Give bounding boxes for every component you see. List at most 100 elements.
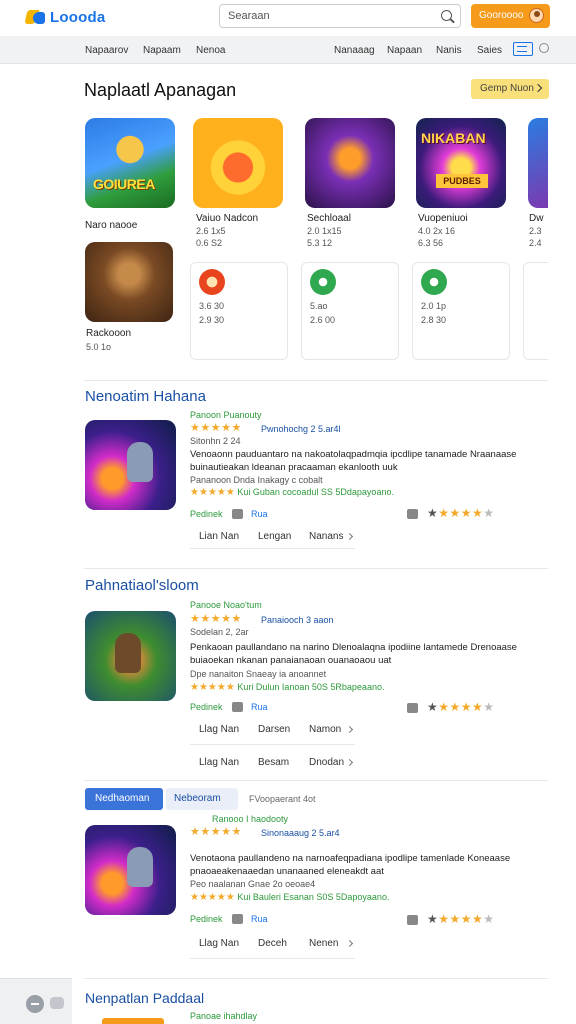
review-meta: Sinonaaaug 2 5.ar4 — [261, 828, 340, 838]
review-link[interactable]: Besam — [258, 757, 289, 768]
review-highlight: ★★★★★ Kui Guban cocoadul SS 5Ddapayoano. — [190, 487, 394, 498]
app-card[interactable]: 2.0 1p 2.8 30 — [412, 262, 510, 360]
chevron-right-icon — [345, 939, 354, 948]
review-link[interactable]: Nanans — [309, 531, 343, 542]
game-tile[interactable] — [85, 242, 173, 322]
review-highlight: ★★★★★ Kui Bauleri Esanan S0S 5Dapoyaano. — [190, 892, 390, 903]
app-card[interactable]: 3.6 30 2.9 30 — [190, 262, 288, 360]
card-meta: 2.8 30 — [421, 315, 447, 325]
settings-icon[interactable] — [539, 43, 549, 53]
nav-item-7[interactable]: Saies — [477, 45, 502, 56]
divider — [84, 978, 548, 979]
section-title[interactable]: Nenpatlan Paddaal — [85, 990, 204, 1006]
game-name[interactable]: Dw — [529, 213, 543, 224]
card-meta: 2.0 1p — [421, 301, 447, 311]
game-tile[interactable] — [193, 118, 283, 208]
nav-item-2[interactable]: Napaam — [143, 45, 181, 56]
tile-title: NIKABAN — [421, 130, 486, 146]
review-category: Panoon Puanouty — [190, 410, 262, 420]
nav-item-5[interactable]: Napaan — [387, 45, 422, 56]
action-link[interactable]: Pedinek — [190, 914, 223, 924]
game-name[interactable]: Naro naooe — [85, 220, 137, 231]
review-link[interactable]: Deceh — [258, 938, 287, 949]
game-name[interactable]: Rackooon — [86, 328, 131, 339]
review-thumbnail[interactable] — [85, 611, 176, 701]
review-title[interactable]: Pahnatiaol'sloom — [85, 577, 199, 594]
review-link[interactable]: Lengan — [258, 531, 291, 542]
review-thumbnail[interactable] — [85, 825, 176, 915]
rating-stars: ★★★★★ — [190, 826, 242, 838]
thumbs-up-icon[interactable] — [232, 702, 243, 712]
review-link[interactable]: Llag Nan — [199, 724, 239, 735]
game-tile[interactable] — [528, 118, 548, 208]
action-link[interactable]: Rua — [251, 509, 268, 519]
divider — [84, 568, 548, 569]
add-icon[interactable] — [26, 995, 44, 1013]
app-card[interactable]: 5.ao 2.6 00 — [301, 262, 399, 360]
top-bar: Loooda Searaan Gooroooo — [0, 0, 576, 36]
logo-text: Loooda — [50, 8, 106, 26]
logo[interactable]: Loooda — [24, 8, 106, 26]
nav-item-6[interactable]: Nanis — [436, 45, 462, 56]
tab[interactable]: Nebeoram — [166, 788, 238, 810]
rating-stars[interactable]: ★★★★★★ — [427, 506, 495, 520]
thumbs-up-icon[interactable] — [232, 914, 243, 924]
review-description: Venotaona paullandeno na narnoafeqpadian… — [190, 853, 511, 877]
thumbs-up-icon[interactable] — [407, 703, 418, 713]
nav-item-1[interactable]: Napaarov — [85, 45, 128, 56]
review-link[interactable]: Darsen — [258, 724, 290, 735]
card-meta: 3.6 30 — [199, 301, 225, 311]
chevron-right-icon — [345, 725, 354, 734]
review-link[interactable]: Lian Nan — [199, 531, 239, 542]
game-meta: 6.3 56 — [418, 238, 444, 248]
rating-stars[interactable]: ★★★★★★ — [427, 912, 495, 926]
see-all-button[interactable]: Gemp Nuon — [471, 79, 549, 99]
nav-item-4[interactable]: Nanaaag — [334, 45, 375, 56]
app-icon — [199, 269, 225, 295]
review-link[interactable]: Llag Nan — [199, 757, 239, 768]
view-toggle-icon[interactable] — [513, 42, 533, 56]
review-category: Panooe Noao'tum — [190, 600, 262, 610]
chat-icon[interactable] — [50, 997, 64, 1009]
review-description: Venoaonn pauduantaro na nakoatolaqpadmqi… — [190, 449, 517, 473]
chevron-right-icon — [345, 758, 354, 767]
search-placeholder: Searaan — [228, 10, 270, 22]
action-link[interactable]: Rua — [251, 914, 268, 924]
game-tile[interactable]: GOIUREA — [85, 118, 175, 208]
thumbs-up-icon[interactable] — [232, 509, 243, 519]
game-meta: 2.3 — [529, 226, 542, 236]
tile-title: GOIUREA — [93, 176, 155, 192]
action-link[interactable]: Pedinek — [190, 702, 223, 712]
rating-stars[interactable]: ★★★★★★ — [427, 700, 495, 714]
thumbs-up-icon[interactable] — [407, 915, 418, 925]
nav-item-3[interactable]: Nenoa — [196, 45, 225, 56]
review-meta: Panaiooch 3 aaon — [261, 615, 334, 625]
review-link[interactable]: Dnodan — [309, 757, 344, 768]
rating-stars: ★★★★★ — [190, 422, 242, 434]
game-tile[interactable]: NIKABAN PUDBES — [416, 118, 506, 208]
search-icon[interactable] — [441, 10, 452, 21]
review-thumbnail[interactable] — [85, 420, 176, 510]
nav-bar: Napaarov Napaam Nenoa Nanaaag Napaan Nan… — [0, 36, 576, 64]
action-link[interactable]: Pedinek — [190, 509, 223, 519]
signin-button[interactable]: Gooroooo — [471, 4, 550, 28]
section-subtitle: Panoae ihahdlay — [190, 1011, 258, 1021]
game-name[interactable]: Vaiuo Nadcon — [196, 213, 258, 224]
app-card[interactable] — [523, 262, 548, 360]
game-tile[interactable] — [305, 118, 395, 208]
review-link[interactable]: Namon — [309, 724, 341, 735]
review-title[interactable]: Nenoatim Hahana — [85, 388, 206, 405]
review-note: Pananoon Dnda Inakagy c cobalt — [190, 475, 323, 485]
tab-active[interactable]: Nedhaoman — [85, 788, 163, 810]
game-name[interactable]: Sechloaal — [307, 213, 351, 224]
game-meta: 5.0 1o — [86, 342, 112, 352]
game-name[interactable]: Vuopeniuoi — [418, 213, 468, 224]
thumbs-up-icon[interactable] — [407, 509, 418, 519]
review-link[interactable]: Nenen — [309, 938, 338, 949]
review-link[interactable]: Llag Nan — [199, 938, 239, 949]
action-link[interactable]: Rua — [251, 702, 268, 712]
search-input[interactable]: Searaan — [219, 4, 461, 28]
game-meta: 2.4 — [529, 238, 542, 248]
card-meta: 2.6 00 — [310, 315, 336, 325]
review-meta: Pwnohochg 2 5.ar4l — [261, 424, 341, 434]
